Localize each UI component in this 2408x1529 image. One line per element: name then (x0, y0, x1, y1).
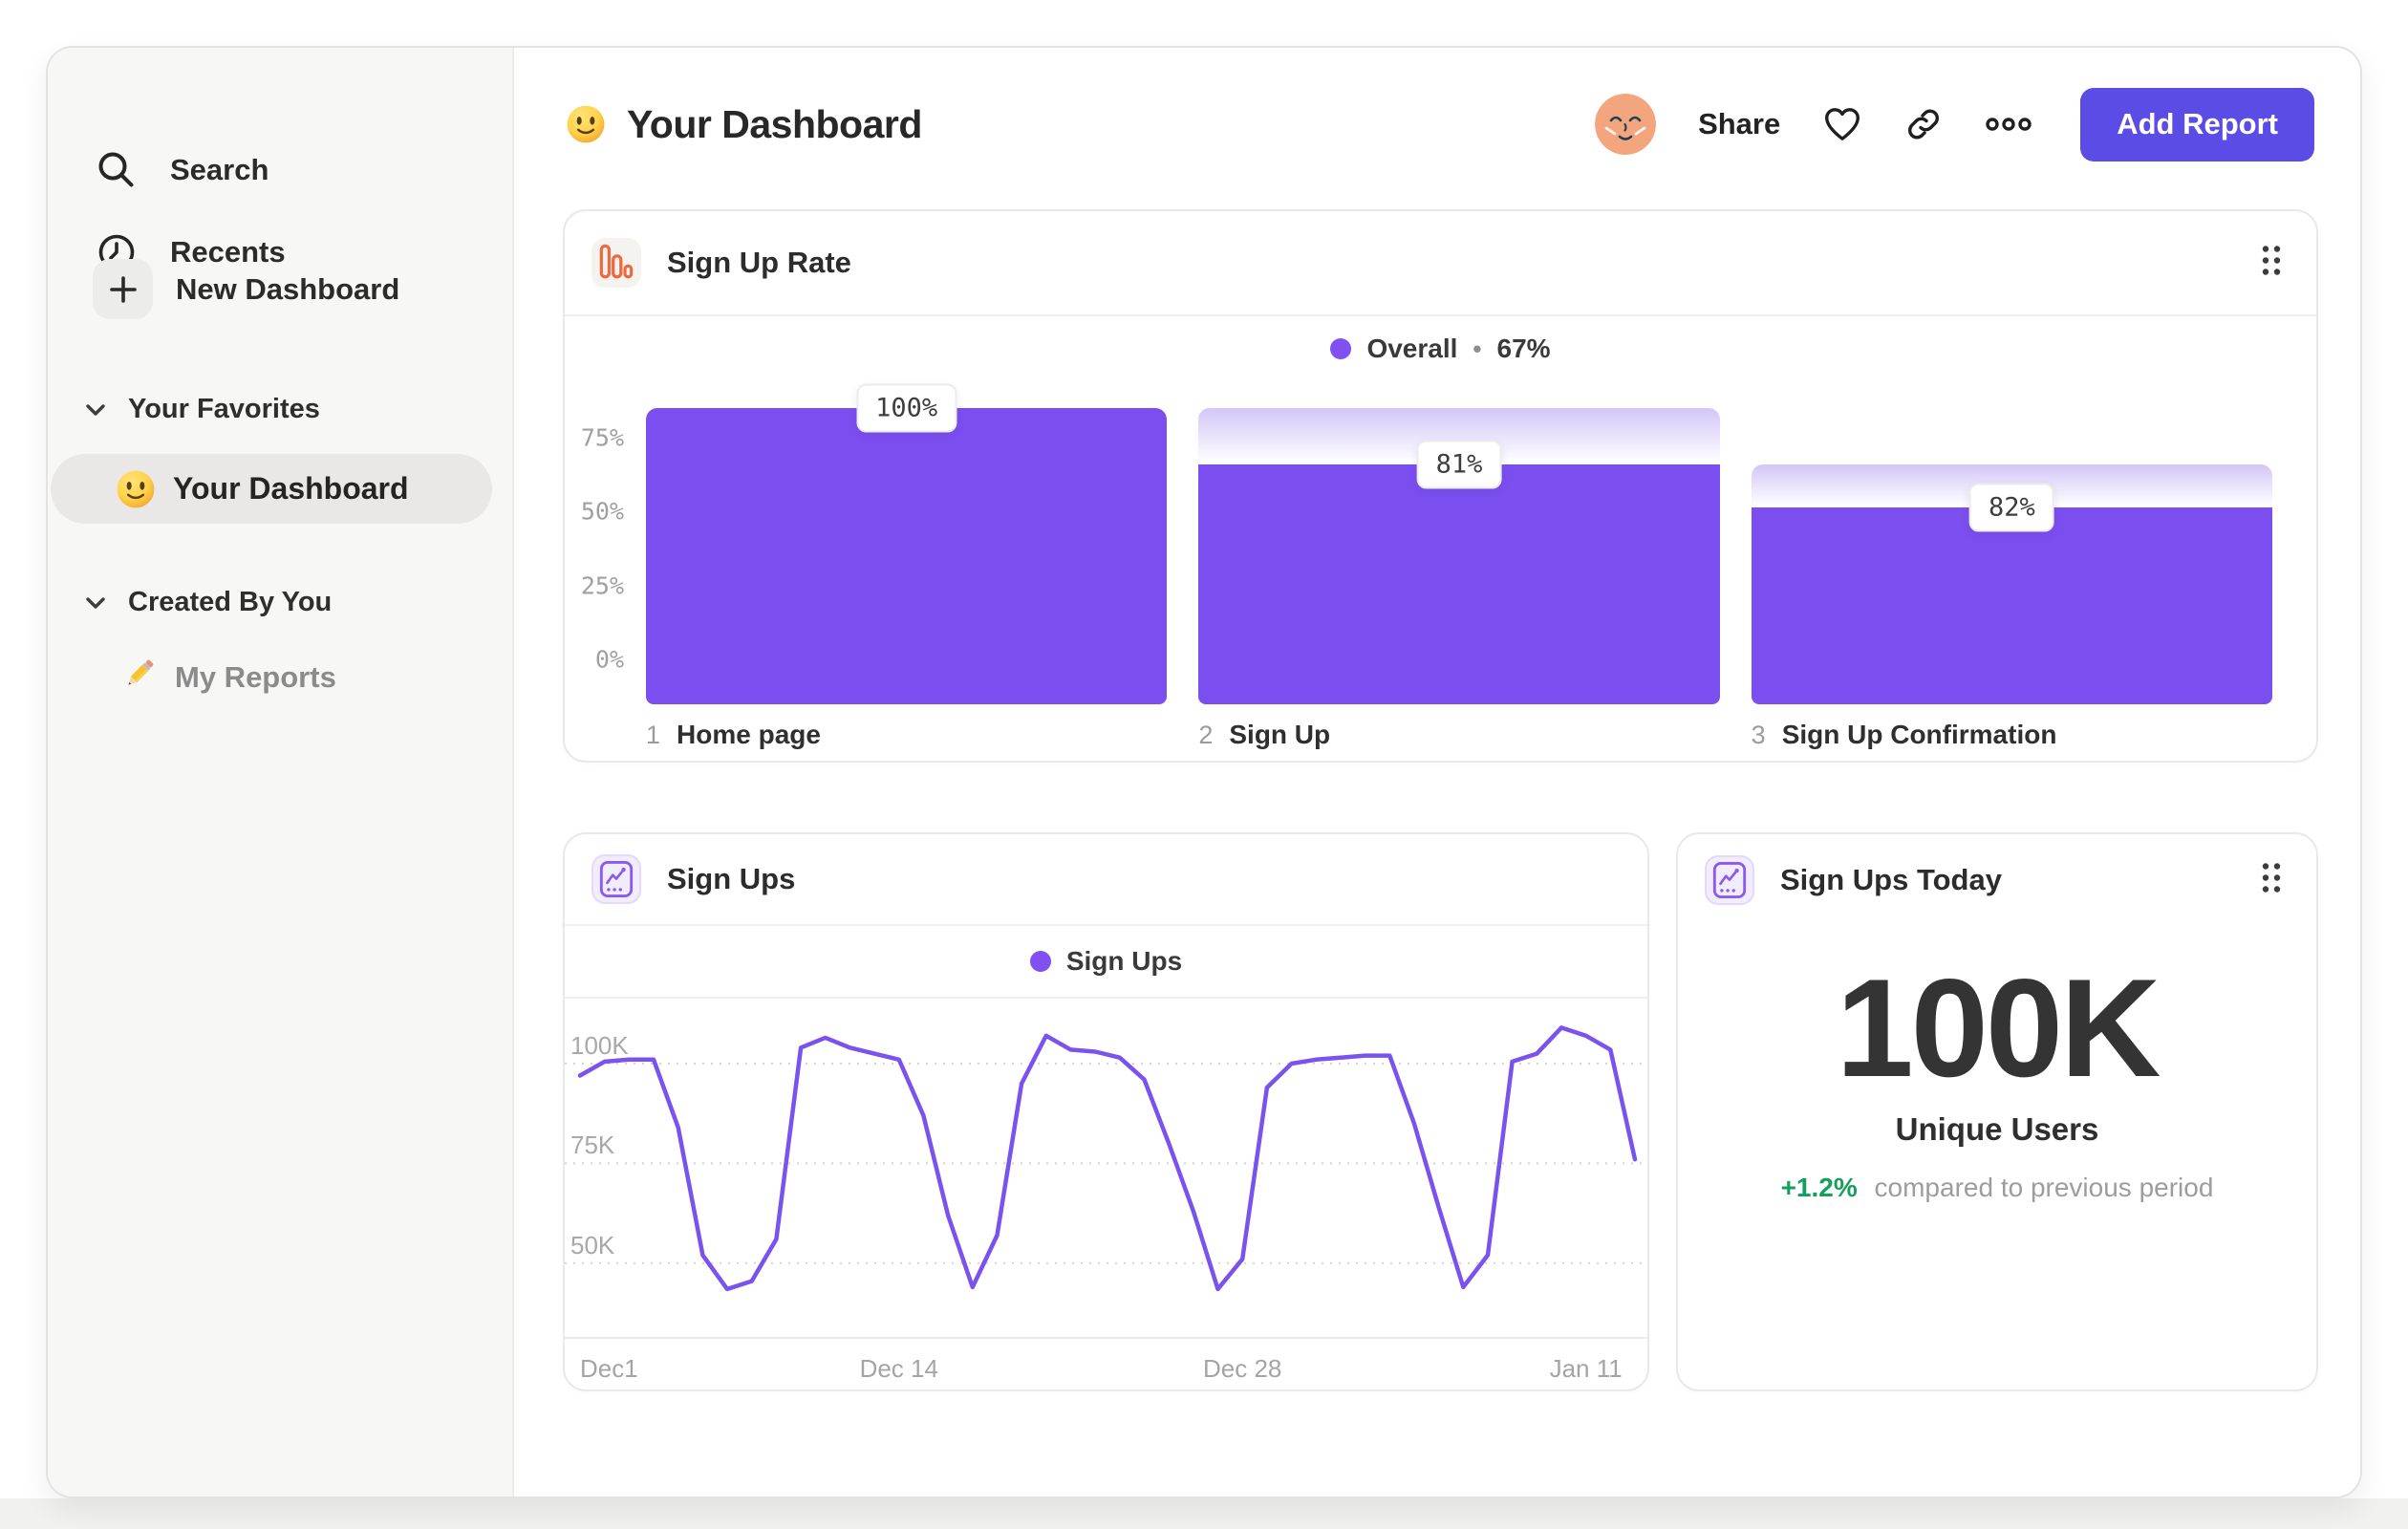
sidebar-item-label: Search (170, 153, 269, 186)
funnel-step-labels: 1 Home page 2 Sign Up 3 Sign Up Confirmation (646, 720, 2272, 750)
funnel-step-label: 2 Sign Up (1198, 720, 1719, 750)
card-header: Sign Up Rate (565, 211, 2316, 316)
link-icon[interactable] (1904, 105, 1943, 143)
funnel-plot: 100% 81% 82% (646, 383, 2272, 704)
smiley-emoji-icon (566, 104, 606, 144)
line-x-tick: Jan 11 (1549, 1354, 1623, 1383)
avatar[interactable] (1595, 94, 1657, 155)
legend-separator: • (1473, 334, 1482, 363)
section-label: Created By You (128, 587, 333, 617)
step-name: Sign Up (1229, 720, 1331, 749)
metric-caption: Unique Users (1895, 1111, 2099, 1147)
page-title: Your Dashboard (627, 101, 922, 146)
sidebar-section-created-by-you[interactable]: Created By You (84, 587, 332, 618)
header-actions: Share Add Report (1595, 48, 2314, 201)
bar-chart-icon (591, 238, 641, 288)
funnel-step-label: 1 Home page (646, 720, 1167, 750)
card-title: Sign Ups Today (1780, 863, 2002, 896)
section-label: Your Favorites (128, 394, 320, 424)
line-x-tick: Dec 28 (1203, 1354, 1282, 1383)
funnel-step-label: 3 Sign Up Confirmation (1752, 720, 2272, 750)
share-button[interactable]: Share (1698, 107, 1780, 141)
step-index: 1 (646, 721, 661, 749)
chevron-down-icon (86, 403, 105, 416)
sign-ups-card: Sign Ups Sign Ups 100K 75K 50K Dec1 Dec 14 D… (563, 832, 1649, 1391)
card-header: Sign Ups Today (1678, 834, 2316, 926)
legend-dot (1330, 338, 1352, 359)
sidebar-section-your-favorites[interactable]: Your Favorites (84, 394, 320, 425)
funnel-y-tick: 50% (580, 497, 624, 526)
smiley-emoji-icon (116, 469, 156, 509)
funnel-bar-fill (1751, 507, 2272, 704)
step-name: Sign Up Confirmation (1781, 720, 2057, 749)
page-header: Your Dashboard Share Add Report (514, 48, 2360, 201)
step-index: 2 (1198, 721, 1214, 749)
plus-icon (93, 259, 153, 319)
sidebar-item-label: My Reports (175, 659, 336, 694)
delta-value: +1.2% (1780, 1173, 1858, 1202)
funnel-value-chip: 82% (1968, 483, 2054, 532)
card-title: Sign Up Rate (667, 246, 851, 279)
sidebar-item-your-dashboard[interactable]: Your Dashboard (51, 454, 492, 524)
funnel-y-tick: 0% (594, 645, 624, 674)
funnel-bar-fill (1198, 463, 1720, 704)
funnel-y-tick: 75% (580, 423, 624, 451)
legend-label: Overall (1366, 334, 1458, 363)
drag-handle-icon[interactable] (2259, 861, 2284, 900)
main-content: Your Dashboard Share Add Report Sign Up … (514, 48, 2360, 1497)
sidebar-item-label: Your Dashboard (173, 471, 409, 506)
chevron-down-icon (86, 596, 105, 609)
line-chart-svg (565, 1025, 1647, 1292)
sign-up-rate-card: Sign Up Rate Overall • 67% 75% 50% 25% 0% 1… (563, 209, 2318, 763)
funnel-value-chip: 100% (856, 383, 957, 433)
step-name: Home page (677, 720, 821, 749)
line-chart-icon (1705, 855, 1754, 905)
funnel-bar-fill (646, 408, 1168, 704)
line-y-tick: 75K (570, 1131, 615, 1160)
search-icon (86, 140, 147, 201)
sidebar-item-my-reports[interactable]: My Reports (119, 656, 336, 699)
card-header: Sign Ups (565, 834, 1647, 926)
ellipsis-icon[interactable] (1985, 117, 2032, 132)
sidebar-item-label: New Dashboard (176, 271, 400, 306)
line-legend[interactable]: Sign Ups (565, 926, 1647, 999)
drag-handle-icon[interactable] (2259, 244, 2284, 283)
line-chart-icon (591, 854, 641, 904)
add-report-button[interactable]: Add Report (2080, 87, 2314, 162)
background-strip (0, 1498, 2408, 1529)
sidebar-item-new-dashboard[interactable]: New Dashboard (93, 259, 399, 319)
delta-note: compared to previous period (1874, 1173, 2214, 1202)
line-y-tick: 100K (570, 1031, 629, 1060)
sign-ups-today-card: Sign Ups Today 100K Unique Users +1.2% c… (1676, 832, 2318, 1391)
legend-dot (1029, 951, 1051, 972)
sidebar: Search Recents New Dashboard Your Favori… (48, 48, 514, 1497)
line-x-tick: Dec1 (580, 1354, 638, 1383)
funnel-value-chip: 81% (1416, 440, 1502, 489)
funnel-y-axis: 75% 50% 25% 0% (565, 377, 628, 674)
line-x-axis: Dec1 Dec 14 Dec 28 Jan 11 (565, 1339, 1647, 1392)
legend-value: 67% (1496, 334, 1551, 363)
sidebar-item-search[interactable]: Search (86, 140, 269, 201)
app-window: Search Recents New Dashboard Your Favori… (46, 46, 2362, 1498)
metric-value: 100K (1836, 950, 2161, 1106)
funnel-y-tick: 25% (580, 571, 624, 599)
step-index: 3 (1751, 721, 1766, 749)
line-y-tick: 50K (570, 1230, 615, 1260)
metric-delta-row: +1.2% compared to previous period (1678, 1173, 2316, 1203)
line-x-tick: Dec 14 (859, 1354, 938, 1383)
pencil-emoji-icon (119, 656, 158, 699)
legend-label: Sign Ups (1065, 946, 1183, 976)
card-title: Sign Ups (667, 862, 796, 895)
funnel-bar[interactable] (646, 408, 1168, 704)
funnel-legend[interactable]: Overall • 67% (565, 318, 2316, 379)
line-plot[interactable]: 100K 75K 50K (565, 999, 1647, 1339)
heart-icon[interactable] (1822, 106, 1862, 142)
